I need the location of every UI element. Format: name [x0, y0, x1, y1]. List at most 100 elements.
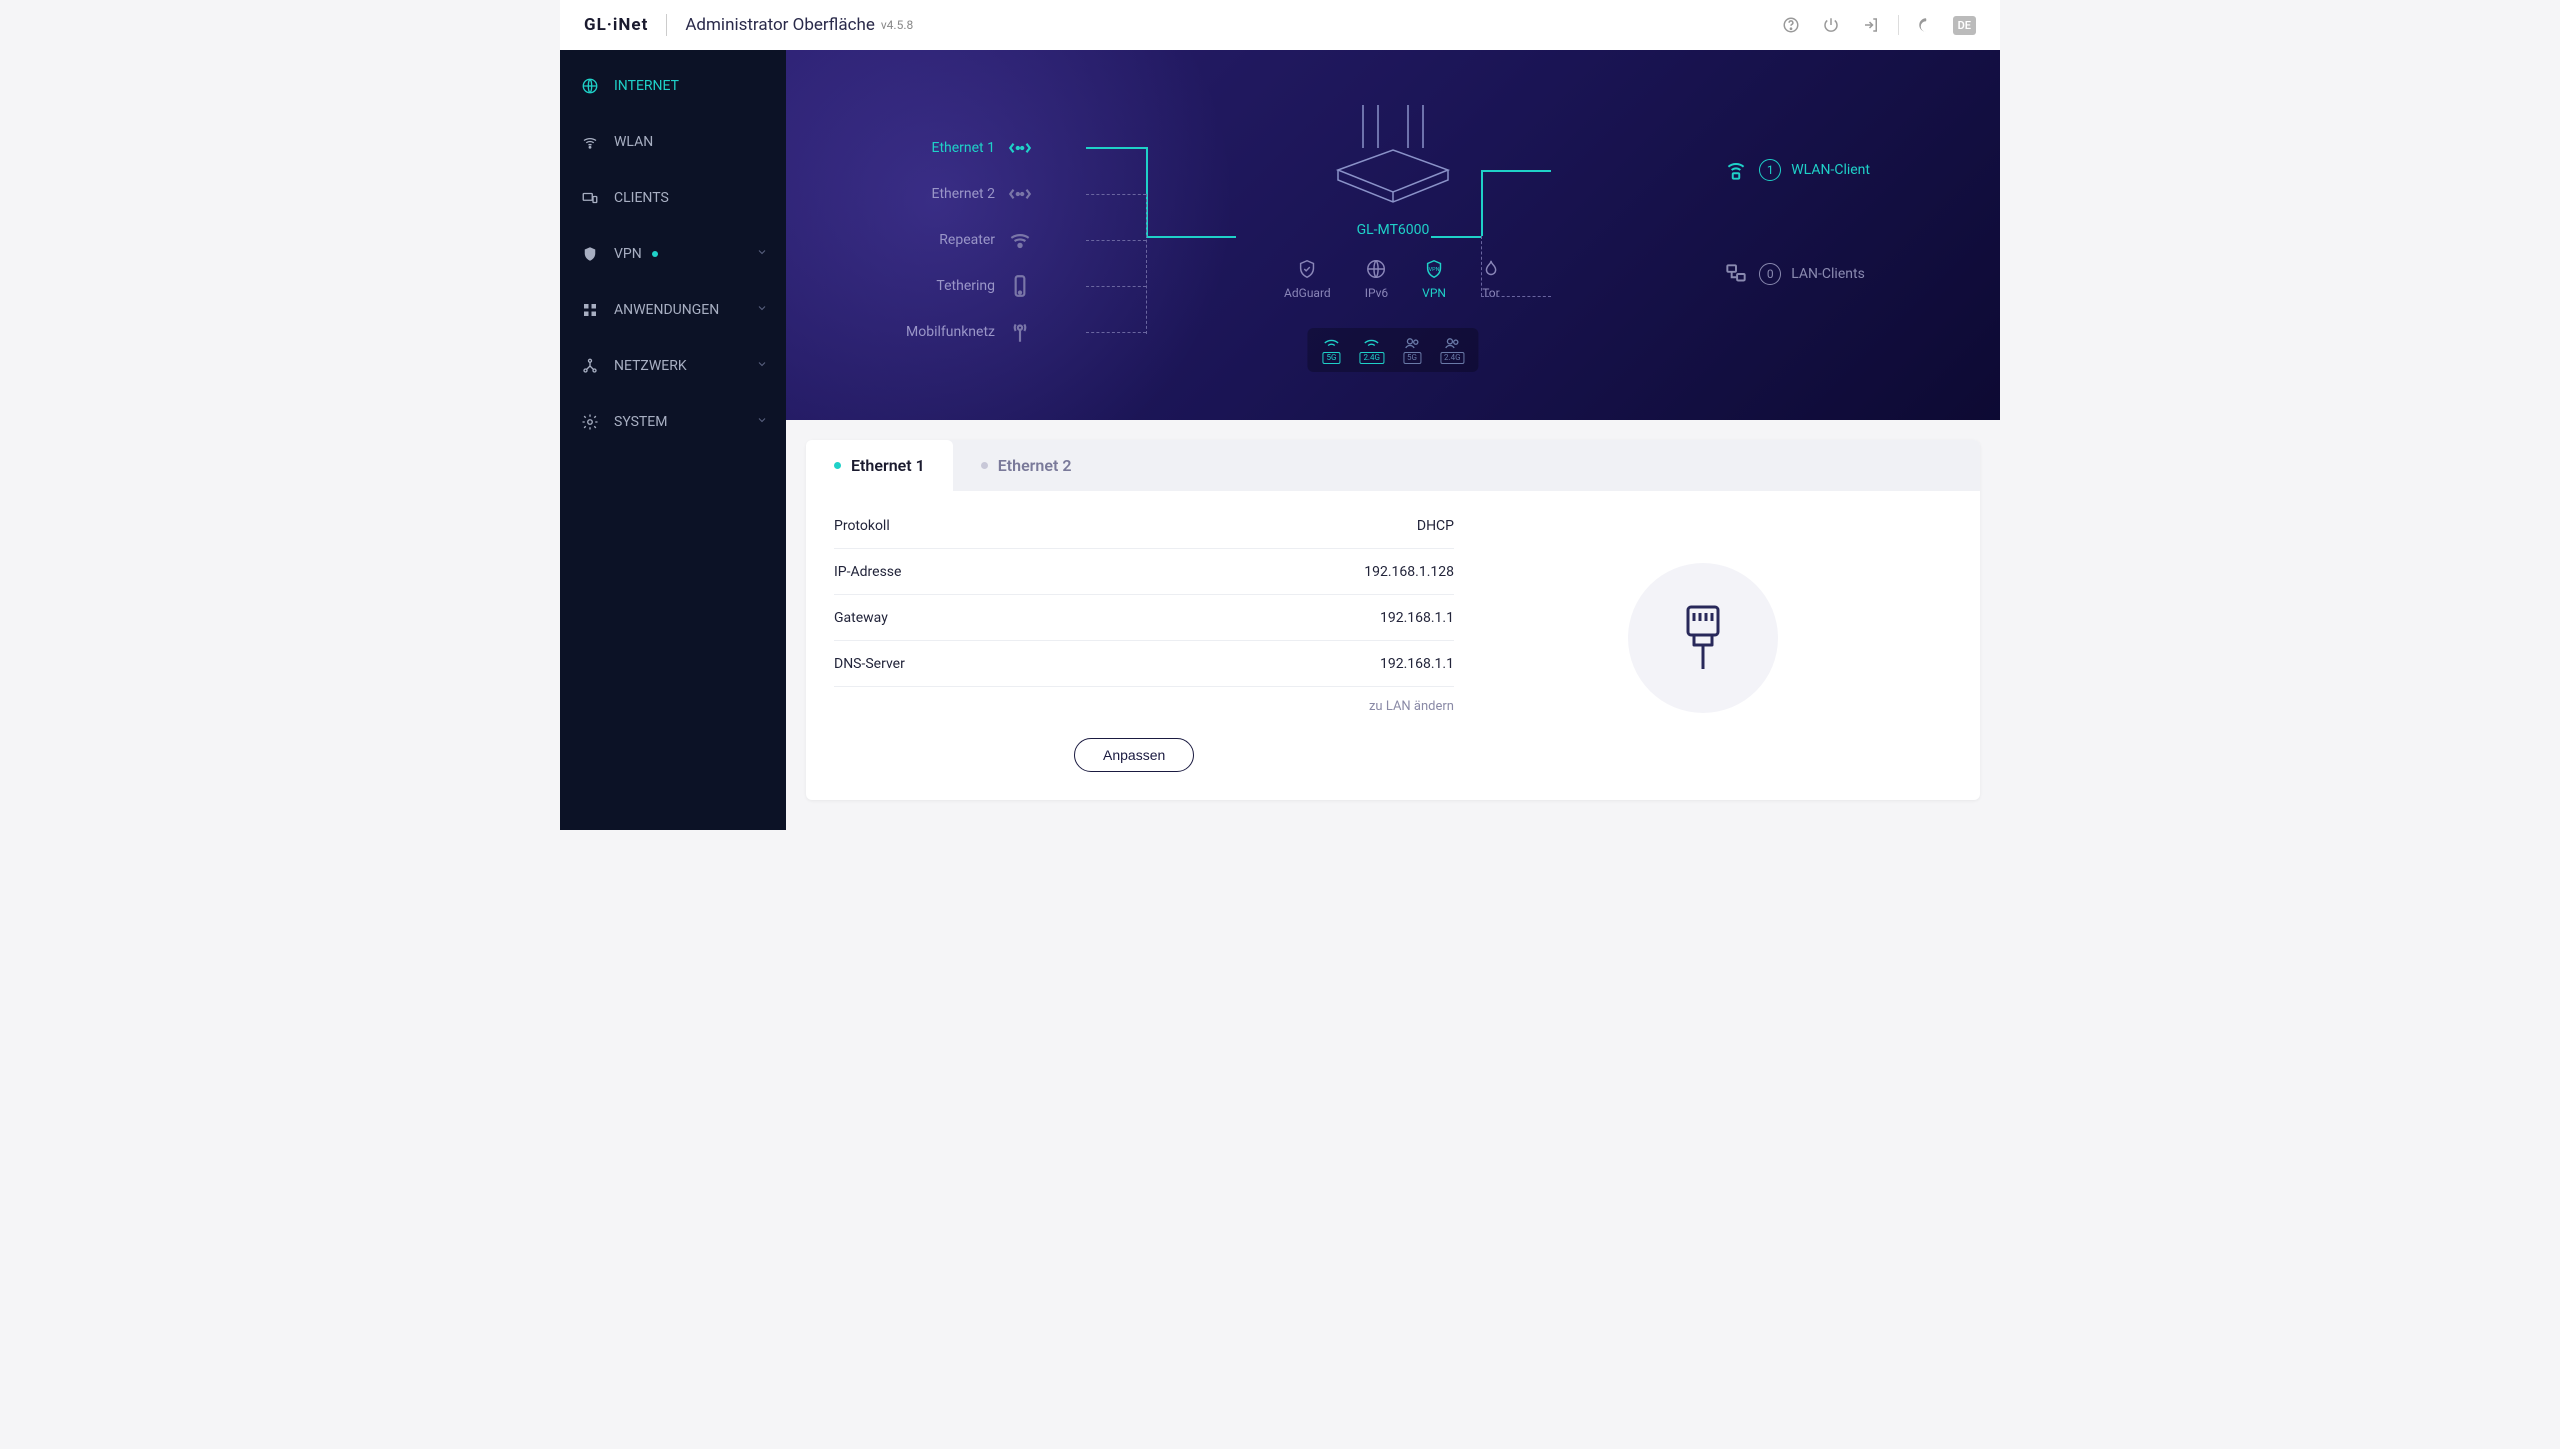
wifi-radios: 5G 2.4G 5G 2.4G [1307, 328, 1478, 372]
connection-details-card: Ethernet 1 Ethernet 2 Protokoll DHCP [806, 440, 1980, 800]
radio-band-label: 2.4G [1440, 352, 1465, 364]
feature-adguard[interactable]: AdGuard [1284, 258, 1331, 300]
divider [1898, 15, 1899, 35]
sidebar-item-anwendungen[interactable]: ANWENDUNGEN [560, 282, 786, 338]
conn-cellular[interactable]: Mobilfunknetz [906, 309, 1033, 355]
power-icon[interactable] [1818, 12, 1844, 38]
network-icon [580, 356, 600, 376]
conn-label: Mobilfunknetz [906, 324, 995, 340]
property-row: Protokoll DHCP [834, 503, 1454, 549]
topbar: GL·iNet Administrator Oberfläche v4.5.8 … [560, 0, 2000, 50]
client-summary: 1 WLAN-Client 0 LAN-Clients [1723, 150, 1870, 358]
theme-icon[interactable] [1913, 12, 1939, 38]
antenna-icon [1007, 319, 1033, 345]
router-device[interactable]: GL-MT6000 [1328, 100, 1458, 238]
lan-clients[interactable]: 0 LAN-Clients [1723, 254, 1870, 294]
conn-label: Ethernet 1 [931, 140, 995, 156]
lan-device-icon [1723, 261, 1749, 287]
language-selector[interactable]: DE [1953, 16, 1976, 35]
radio-band-label: 2.4G [1359, 352, 1384, 364]
sidebar-item-system[interactable]: SYSTEM [560, 394, 786, 450]
change-to-lan-link[interactable]: zu LAN ändern [834, 699, 1454, 714]
router-features: AdGuard IPv6 VPN VPN Tor [1284, 258, 1502, 300]
client-count: 0 [1759, 263, 1781, 285]
connection-illustration [1454, 503, 1952, 772]
sidebar: INTERNET WLAN CLIENTS VPN [560, 50, 786, 830]
feature-vpn[interactable]: VPN VPN [1422, 258, 1446, 300]
brand-logo: GL·iNet [584, 15, 648, 35]
radio-band-label: 5G [1322, 352, 1340, 364]
main-content: Ethernet 1 Ethernet 2 Repeater Teth [786, 50, 2000, 830]
divider [666, 14, 667, 36]
sidebar-item-vpn[interactable]: VPN [560, 226, 786, 282]
gear-icon [580, 412, 600, 432]
sidebar-item-netzwerk[interactable]: NETZWERK [560, 338, 786, 394]
radio-2g-ap[interactable]: 2.4G [1359, 336, 1384, 364]
sidebar-item-label: NETZWERK [614, 358, 687, 374]
feature-label: AdGuard [1284, 286, 1331, 300]
tab-ethernet-1[interactable]: Ethernet 1 [806, 440, 953, 491]
property-value: 192.168.1.1 [1380, 656, 1454, 672]
adjust-button[interactable]: Anpassen [1074, 738, 1194, 772]
conn-repeater[interactable]: Repeater [906, 217, 1033, 263]
chevron-down-icon [756, 246, 768, 262]
link-line [1086, 332, 1146, 333]
conn-ethernet-2[interactable]: Ethernet 2 [906, 171, 1033, 217]
link-line [1146, 236, 1236, 238]
property-row: Gateway 192.168.1.1 [834, 595, 1454, 641]
link-line [1086, 240, 1146, 241]
status-dot-icon [834, 462, 841, 469]
page-title: Administrator Oberfläche [685, 15, 875, 35]
property-row: IP-Adresse 192.168.1.128 [834, 549, 1454, 595]
tab-label: Ethernet 2 [998, 456, 1072, 475]
conn-ethernet-1[interactable]: Ethernet 1 [906, 125, 1033, 171]
status-dot-icon [981, 462, 988, 469]
feature-tor[interactable]: Tor [1480, 258, 1502, 300]
client-label: LAN-Clients [1791, 266, 1865, 282]
link-line [1431, 236, 1481, 238]
ethernet-icon [1007, 135, 1033, 161]
link-line [1146, 194, 1147, 334]
wifi-icon [580, 132, 600, 152]
link-line [1481, 170, 1483, 236]
radio-band-label: 5G [1403, 352, 1421, 364]
phone-icon [1007, 273, 1033, 299]
link-line [1481, 296, 1551, 297]
tab-label: Ethernet 1 [851, 456, 925, 475]
radio-2g-guest[interactable]: 2.4G [1440, 336, 1465, 364]
shield-icon [580, 244, 600, 264]
connection-tabs: Ethernet 1 Ethernet 2 [806, 440, 1980, 491]
sidebar-item-label: ANWENDUNGEN [614, 302, 719, 318]
radio-5g-guest[interactable]: 5G [1402, 336, 1422, 364]
client-count: 1 [1759, 159, 1781, 181]
sidebar-item-internet[interactable]: INTERNET [560, 58, 786, 114]
topology-diagram: Ethernet 1 Ethernet 2 Repeater Teth [786, 50, 2000, 420]
property-row: DNS-Server 192.168.1.1 [834, 641, 1454, 687]
chevron-down-icon [756, 302, 768, 318]
feature-label: Tor [1482, 286, 1500, 300]
router-icon [1328, 100, 1458, 210]
link-line [1481, 170, 1551, 172]
property-value: DHCP [1417, 518, 1454, 534]
property-value: 192.168.1.1 [1380, 610, 1454, 626]
link-line [1481, 236, 1482, 296]
sidebar-item-wlan[interactable]: WLAN [560, 114, 786, 170]
feature-ipv6[interactable]: IPv6 [1365, 258, 1388, 300]
app-version: v4.5.8 [881, 18, 913, 32]
logout-icon[interactable] [1858, 12, 1884, 38]
radio-5g-ap[interactable]: 5G [1321, 336, 1341, 364]
property-key: DNS-Server [834, 656, 905, 672]
tab-ethernet-2[interactable]: Ethernet 2 [953, 440, 1100, 491]
help-icon[interactable] [1778, 12, 1804, 38]
property-key: Gateway [834, 610, 888, 626]
chevron-down-icon [756, 358, 768, 374]
apps-icon [580, 300, 600, 320]
property-value: 192.168.1.128 [1364, 564, 1454, 580]
link-line [1086, 286, 1146, 287]
link-line [1086, 147, 1146, 149]
wlan-clients[interactable]: 1 WLAN-Client [1723, 150, 1870, 190]
conn-tethering[interactable]: Tethering [906, 263, 1033, 309]
sidebar-item-clients[interactable]: CLIENTS [560, 170, 786, 226]
ethernet-plug-icon [1680, 603, 1726, 673]
globe-icon [580, 76, 600, 96]
